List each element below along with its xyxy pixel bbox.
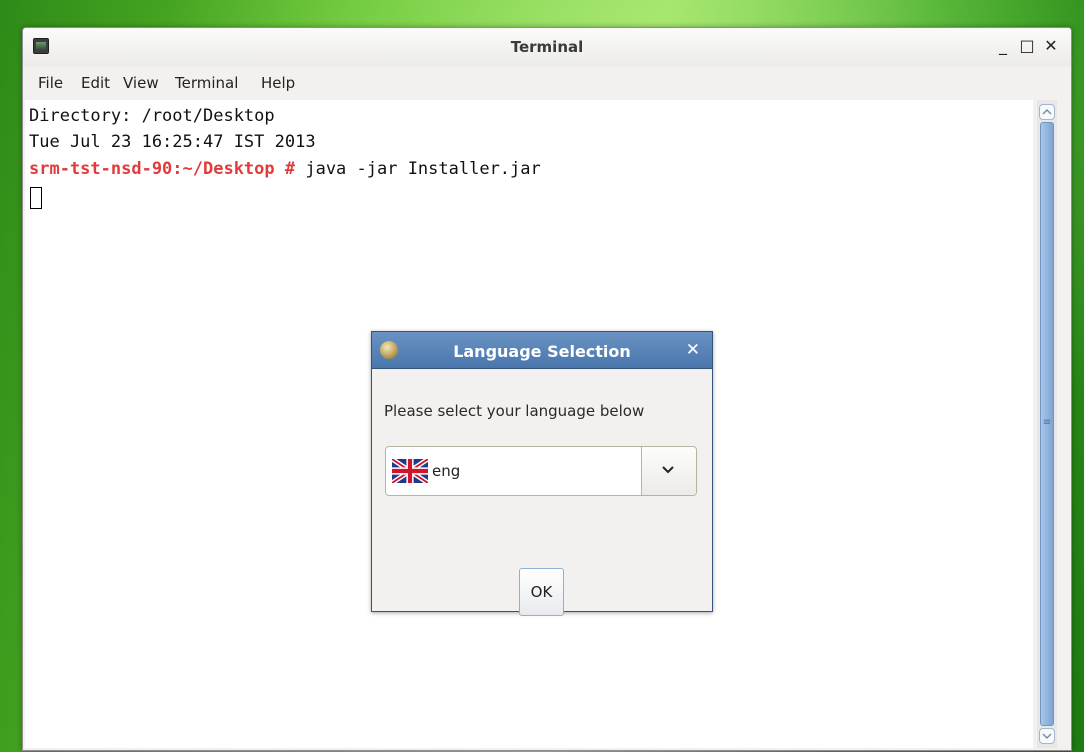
terminal-line-command: srm-tst-nsd-90:~/Desktop # java -jar Ins… <box>29 158 541 180</box>
scroll-down-button[interactable] <box>1039 728 1055 744</box>
ok-button[interactable]: OK <box>519 568 564 616</box>
menu-file[interactable]: File <box>38 74 63 92</box>
dialog-close-button[interactable]: ✕ <box>686 340 700 360</box>
scroll-thumb[interactable]: ≡ <box>1040 122 1054 726</box>
menu-edit[interactable]: Edit <box>81 74 110 92</box>
dialog-message: Please select your language below <box>384 402 645 420</box>
uk-flag-icon <box>392 459 428 483</box>
window-titlebar[interactable]: Terminal _ □ ✕ <box>23 28 1071 66</box>
terminal-line-directory: Directory: /root/Desktop <box>29 106 275 126</box>
selected-language: eng <box>432 462 461 480</box>
menu-view[interactable]: View <box>123 74 159 92</box>
terminal-line-date: Tue Jul 23 16:25:47 IST 2013 <box>29 132 316 152</box>
menu-terminal[interactable]: Terminal <box>175 74 238 92</box>
language-selection-dialog: Language Selection ✕ Please select your … <box>371 331 713 616</box>
chevron-down-icon <box>662 466 674 474</box>
grip-icon: ≡ <box>1042 417 1052 428</box>
minimize-button[interactable]: _ <box>993 36 1013 55</box>
chevron-up-icon <box>1042 108 1052 115</box>
menu-help[interactable]: Help <box>261 74 295 92</box>
dropdown-toggle[interactable] <box>641 447 696 495</box>
vertical-scrollbar[interactable]: ≡ <box>1037 100 1057 748</box>
close-button[interactable]: ✕ <box>1041 36 1061 55</box>
menubar: File Edit View Terminal Help <box>23 66 1071 96</box>
dialog-body: Please select your language below eng OK <box>372 368 712 616</box>
language-dropdown[interactable]: eng <box>385 446 697 496</box>
scroll-up-button[interactable] <box>1039 104 1055 120</box>
chevron-down-icon <box>1042 733 1052 740</box>
text-cursor <box>30 187 42 209</box>
dialog-titlebar[interactable]: Language Selection ✕ <box>372 332 712 368</box>
maximize-button[interactable]: □ <box>1017 36 1037 55</box>
window-title: Terminal <box>510 38 584 56</box>
shell-prompt: srm-tst-nsd-90:~/Desktop # <box>29 159 296 179</box>
dialog-title: Language Selection <box>453 342 631 361</box>
command-text: java -jar Installer.jar <box>295 159 541 179</box>
